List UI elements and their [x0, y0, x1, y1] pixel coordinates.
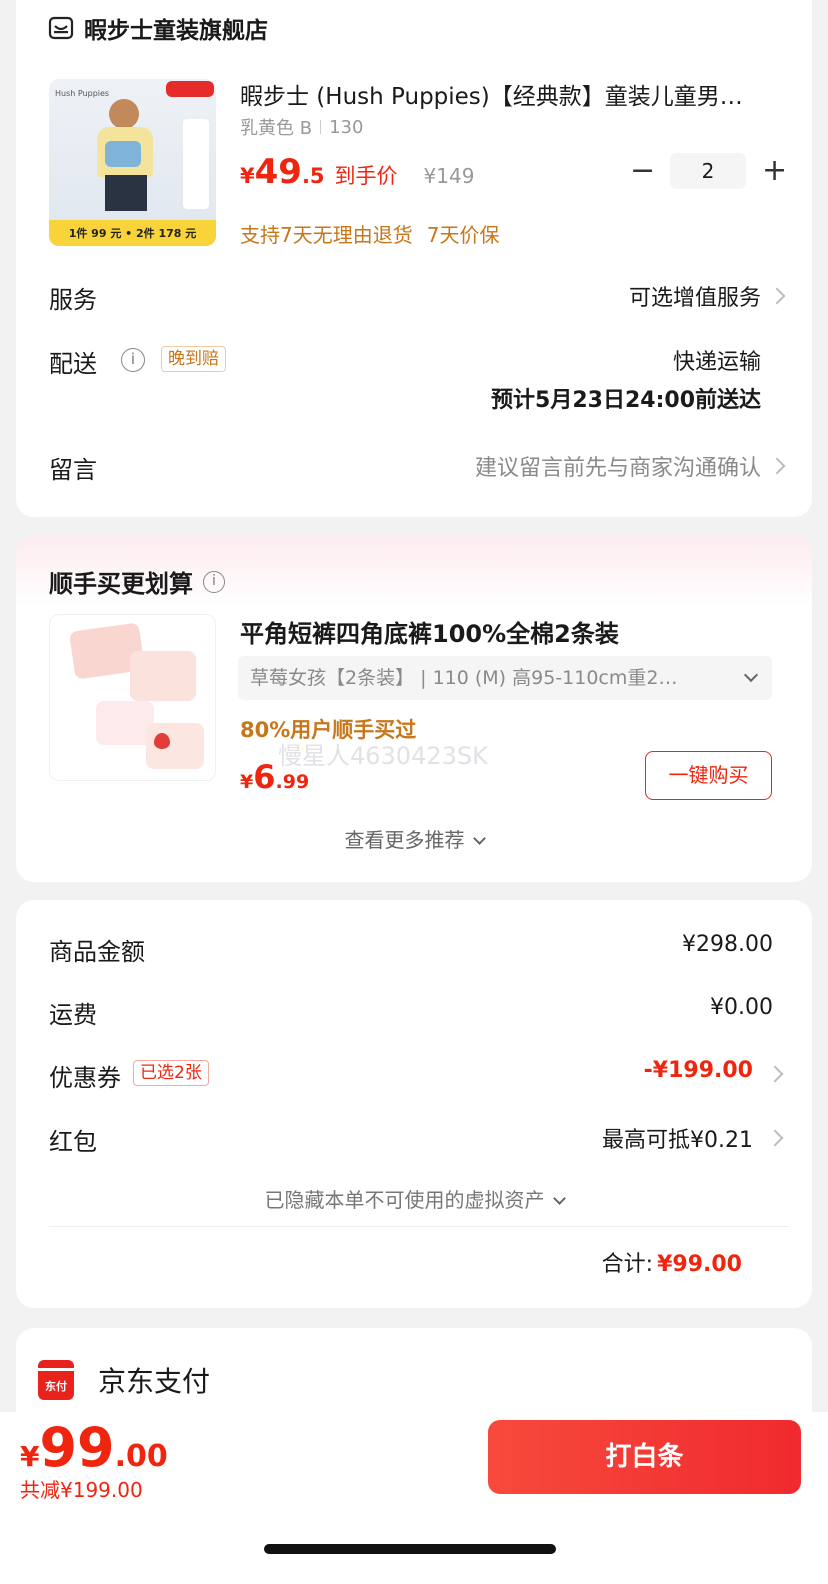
qty-minus-button[interactable]: − — [630, 156, 655, 186]
addon-spec-select[interactable]: 草莓女孩【2条装】 | 110 (M) 高95-110cm重2… — [238, 656, 772, 700]
service-row[interactable]: 服务 可选增值服务 — [49, 276, 789, 316]
message-input[interactable]: 建议留言前先与商家沟通确认 — [475, 450, 761, 482]
guarantee-return: 支持7天无理由退货 — [240, 223, 413, 247]
goods-amount-label: 商品金额 — [49, 938, 145, 966]
more-recommendations[interactable]: 查看更多推荐 — [16, 824, 812, 853]
promo-banner: 1件 99 元 • 2件 178 元 — [49, 220, 216, 246]
total-row: 合计: ¥99.00 — [602, 1246, 742, 1278]
total-label: 合计: — [601, 1252, 654, 1277]
qty-plus-button[interactable]: + — [762, 156, 787, 186]
shipping-row: 运费 ¥0.00 — [49, 993, 773, 1029]
price-symbol: ¥ — [240, 164, 255, 188]
chevron-right-icon — [766, 1065, 784, 1083]
product-title[interactable]: 暇步士 (Hush Puppies)【经典款】童装儿童男… — [240, 77, 760, 111]
hidden-assets-label: 已隐藏本单不可使用的虚拟资产 — [264, 1188, 545, 1212]
addon-product-image[interactable] — [49, 614, 216, 781]
late-compensation-badge: 晚到赔 — [161, 346, 226, 372]
store-icon — [48, 15, 74, 41]
message-label: 留言 — [49, 456, 97, 484]
addon-header: 顺手买更划算 i — [49, 564, 225, 599]
goods-amount-value: ¥298.00 — [682, 932, 773, 957]
addon-price-int: 6 — [253, 758, 276, 796]
addon-spec-value: 草莓女孩【2条装】 | 110 (M) 高95-110cm重2… — [250, 667, 678, 689]
chevron-right-icon — [768, 287, 786, 305]
service-label: 服务 — [49, 286, 97, 314]
payment-method-name: 京东支付 — [98, 1365, 211, 1398]
coupon-row[interactable]: 优惠券 已选2张 -¥199.00 — [49, 1056, 789, 1092]
price-int: 49 — [254, 152, 302, 192]
summary-card: 商品金额 ¥298.00 运费 ¥0.00 优惠券 已选2张 -¥199.00 … — [16, 900, 812, 1308]
more-recommendations-label: 查看更多推荐 — [344, 828, 465, 852]
hidden-assets-toggle[interactable]: 已隐藏本单不可使用的虚拟资产 — [16, 1184, 812, 1213]
bottom-total: ¥ 99 .00 — [20, 1418, 168, 1478]
redpacket-value: 最高可抵¥0.21 — [602, 1128, 753, 1153]
addon-card: 顺手买更划算 i 平角短裤四角底裤100%全棉2条装 草莓女孩【2条装】 | 1… — [16, 536, 812, 882]
addon-title: 顺手买更划算 — [49, 570, 193, 598]
quantity-stepper: − 2 + — [630, 152, 787, 190]
order-card: 暇步士童装旗舰店 Hush Puppies 1件 99 元 • 2件 178 元… — [16, 0, 812, 517]
chevron-down-icon — [552, 1192, 566, 1205]
coupon-selected-badge: 已选2张 — [133, 1060, 209, 1086]
chevron-right-icon — [766, 1129, 784, 1147]
guarantee-price: 7天价保 — [426, 223, 500, 247]
brand-logo-text: Hush Puppies — [55, 89, 110, 98]
message-row[interactable]: 留言 建议留言前先与商家沟通确认 — [49, 446, 789, 486]
bottom-bar: ¥ 99 .00 共减¥199.00 打白条 — [0, 1412, 828, 1584]
bottom-price-symbol: ¥ — [20, 1440, 40, 1473]
one-click-buy-button[interactable]: 一键购买 — [645, 751, 772, 800]
price-label: 到手价 — [334, 164, 398, 188]
bottom-price-int: 99 — [39, 1416, 115, 1479]
product-image[interactable]: Hush Puppies 1件 99 元 • 2件 178 元 — [49, 79, 216, 246]
store-name: 暇步士童装旗舰店 — [84, 18, 268, 44]
total-value: ¥99.00 — [657, 1252, 742, 1277]
coupon-label: 优惠券 — [49, 1064, 121, 1092]
store-header[interactable]: 暇步士童装旗舰店 — [48, 10, 268, 46]
info-icon[interactable]: i — [121, 348, 145, 372]
guarantee-row: 支持7天无理由退货 7天价保 — [240, 219, 499, 248]
price-dec: .5 — [301, 164, 325, 188]
delivery-row[interactable]: 配送 i 晚到赔 快递运输 预计5月23日24:00前送达 — [49, 342, 789, 422]
goods-amount-row: 商品金额 ¥298.00 — [49, 930, 773, 966]
variant-color: 乳黄色 B — [240, 118, 313, 139]
redpacket-label: 红包 — [49, 1128, 97, 1156]
addon-price: ¥ 6 .99 — [240, 758, 309, 796]
info-icon[interactable]: i — [203, 570, 225, 593]
delivery-label: 配送 — [49, 350, 97, 378]
shipping-label: 运费 — [49, 1001, 97, 1029]
service-value: 可选增值服务 — [628, 286, 761, 311]
qty-value[interactable]: 2 — [670, 153, 746, 189]
watermark: 慢星人4630423SK — [278, 742, 488, 770]
addon-product-title[interactable]: 平角短裤四角底裤100%全棉2条装 — [240, 614, 619, 649]
redpacket-row[interactable]: 红包 最高可抵¥0.21 — [49, 1120, 789, 1156]
addon-price-symbol: ¥ — [240, 771, 254, 793]
addon-price-dec: .99 — [275, 771, 310, 793]
pay-button[interactable]: 打白条 — [488, 1420, 801, 1494]
product-variant[interactable]: 乳黄色 B 130 — [240, 114, 363, 140]
divider — [49, 1226, 789, 1227]
jd-pay-icon-text: 东付 — [45, 1380, 67, 1393]
chevron-down-icon — [743, 667, 759, 683]
delivery-eta: 预计5月23日24:00前送达 — [491, 388, 761, 413]
shipping-value: ¥0.00 — [710, 995, 773, 1020]
coupon-value: -¥199.00 — [643, 1058, 753, 1083]
product-price: ¥ 49 .5 到手价 ¥149 — [240, 152, 474, 192]
bottom-price-dec: .00 — [114, 1439, 168, 1474]
bottom-discount: 共减¥199.00 — [20, 1478, 143, 1502]
chevron-right-icon — [768, 457, 786, 475]
jd-pay-icon: 东付 — [38, 1360, 74, 1400]
delivery-method: 快递运输 — [672, 350, 761, 375]
variant-size: 130 — [329, 116, 364, 138]
original-price: ¥149 — [423, 164, 475, 188]
chevron-down-icon — [472, 832, 486, 845]
home-indicator — [264, 1544, 556, 1554]
